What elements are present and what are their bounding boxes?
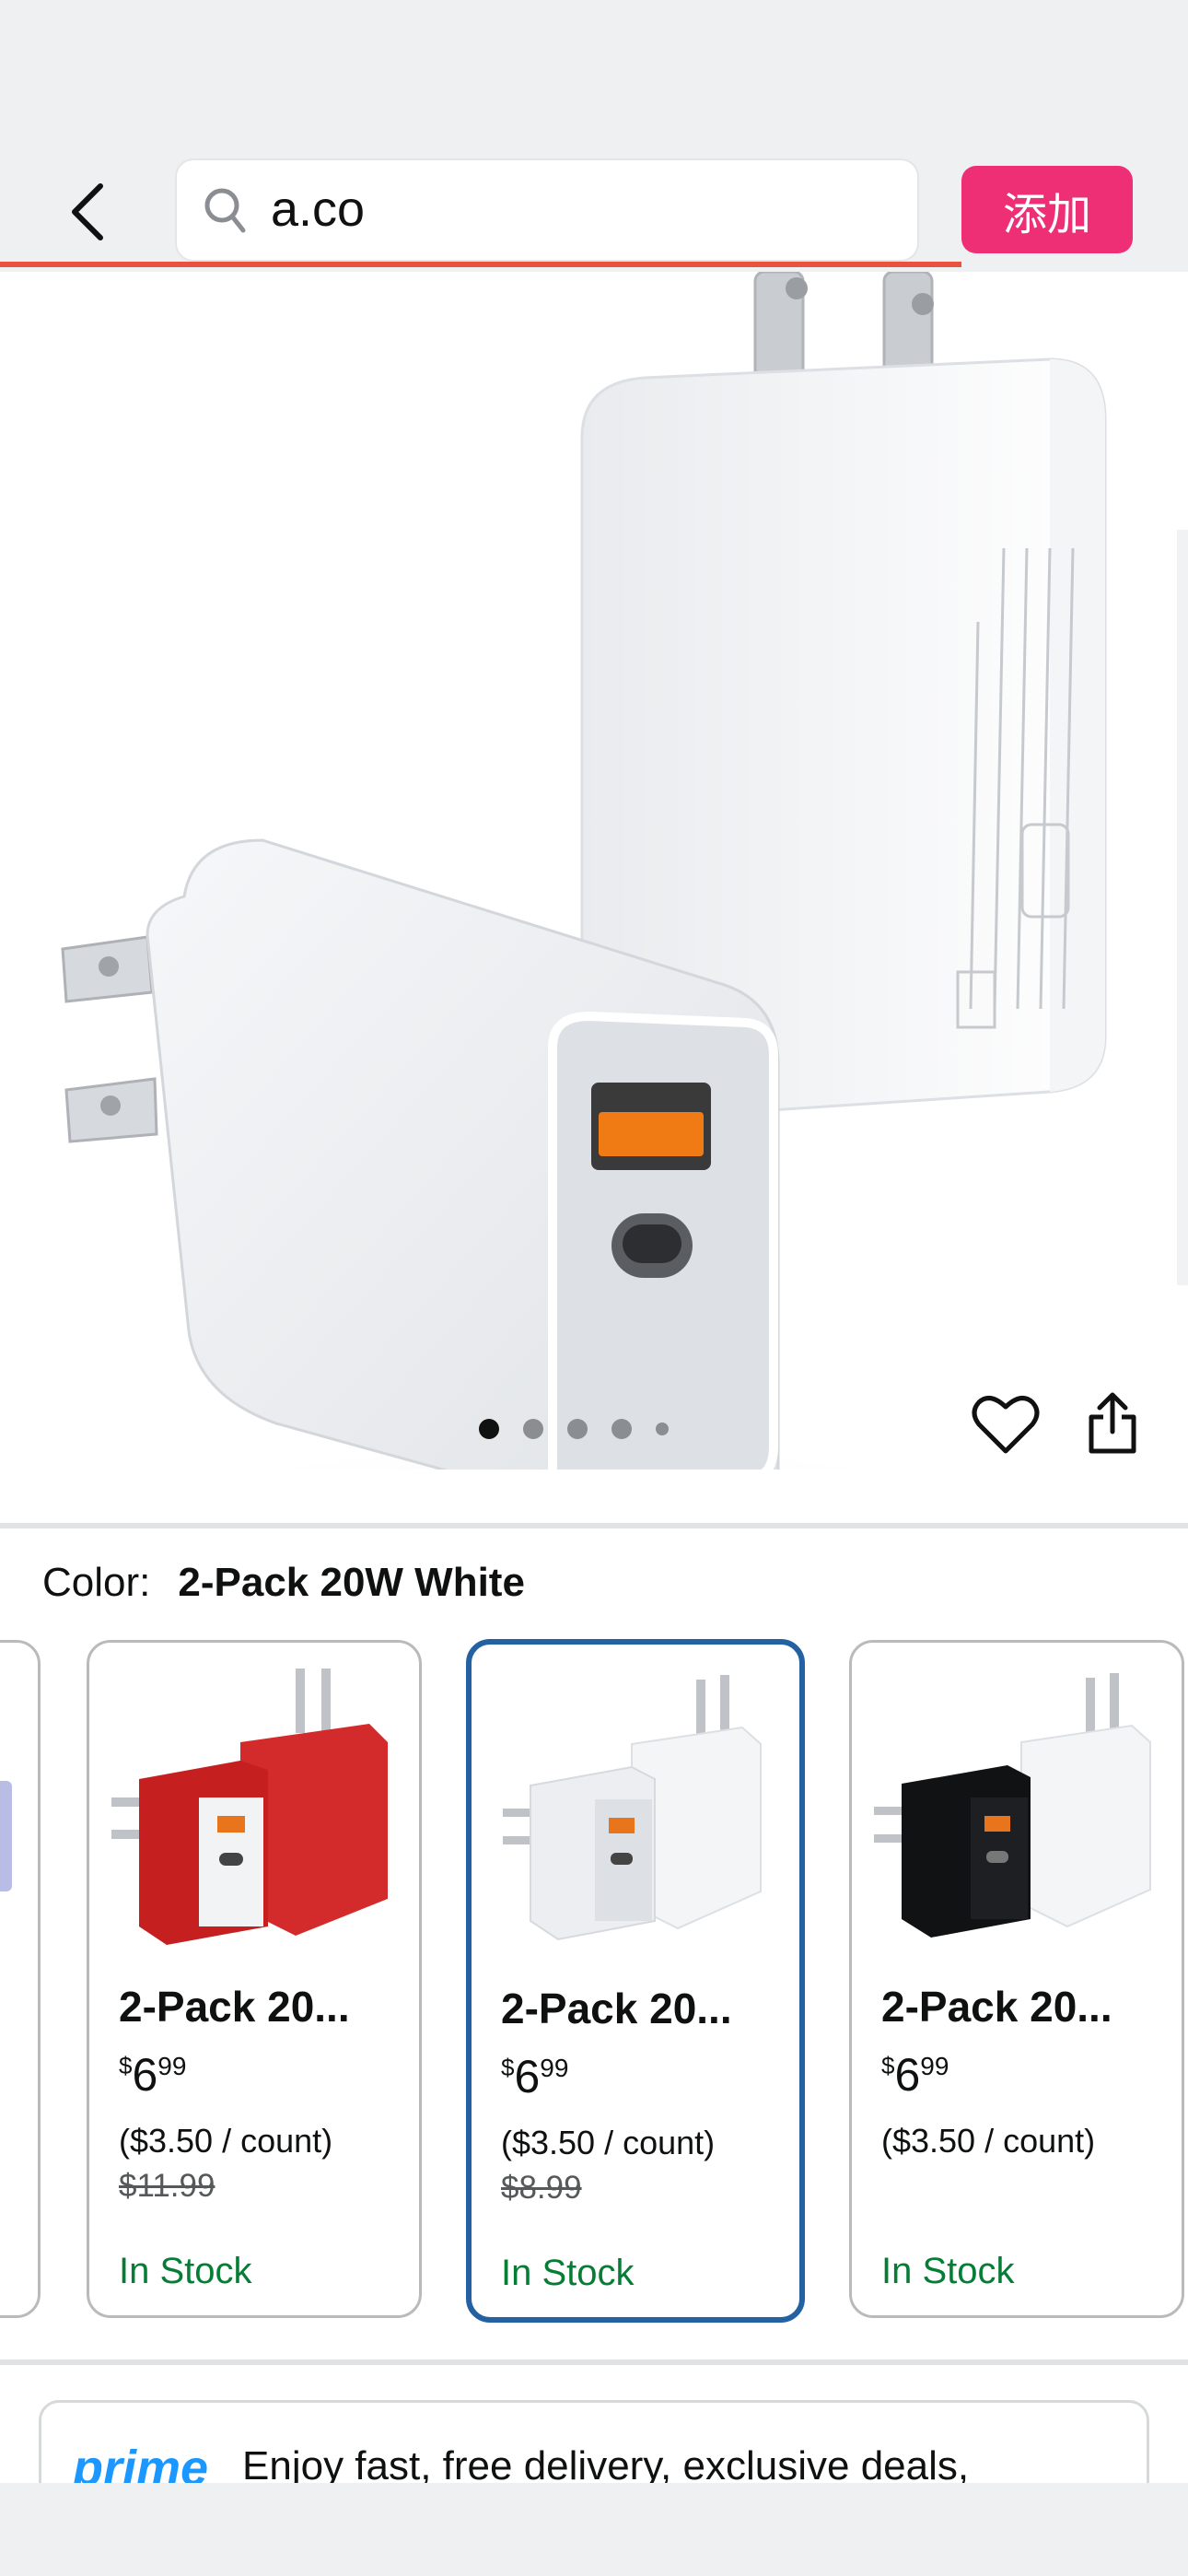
pager-dot[interactable] [567,1419,588,1439]
share-icon [1089,1392,1136,1454]
color-selector-label: Color: 2-Pack 20W White [42,1560,525,1606]
product-image[interactable] [0,272,1188,1469]
variant-thumb-partial [0,1781,12,1891]
variant-card-white[interactable]: 2-Pack 20... $699 ($3.50 / count) $8.99 … [466,1639,805,2323]
bottom-bar [0,2483,1188,2576]
price-whole: 6 [132,2049,158,2101]
variant-stock: In Stock [881,2251,1015,2291]
variant-unit-price: ($3.50 / count) [119,2122,333,2160]
prime-banner[interactable]: prime Enjoy fast, free delivery, exclusi… [39,2400,1149,2483]
product-page: Color: 2-Pack 20W White 2-Pack 20... $699… [0,272,1188,2483]
wishlist-button[interactable] [972,1394,1040,1461]
variant-unit-price: ($3.50 / count) [501,2124,716,2161]
pager-dot[interactable] [656,1423,669,1435]
prime-logo: prime [73,2441,209,2483]
selected-color: 2-Pack 20W White [178,1560,525,1605]
variant-name: 2-Pack 20... [881,1983,1112,2031]
back-button[interactable] [55,175,120,249]
variant-stock: In Stock [501,2253,635,2293]
prime-text: Enjoy fast, free delivery, exclusive dea… [242,2443,970,2483]
pager-dot[interactable] [523,1419,543,1439]
price-symbol: $ [881,2052,895,2079]
variant-name: 2-Pack 20... [501,1985,732,2032]
pager-dot[interactable] [479,1419,499,1439]
address-bar[interactable]: a.co [175,158,919,262]
price-cents: 99 [920,2052,949,2080]
variant-thumb-black [874,1673,1151,1938]
image-pager[interactable] [479,1419,669,1439]
price-symbol: $ [119,2052,133,2079]
variant-card-black[interactable]: 2-Pack 20... $699 ($3.50 / count) In Sto… [849,1640,1184,2318]
variant-price: $699 [881,2048,949,2102]
price-cents: 99 [157,2052,187,2080]
color-label: Color: [42,1560,151,1605]
variant-list-price: $8.99 [501,2170,582,2206]
variant-unit-price: ($3.50 / count) [881,2122,1096,2160]
price-whole: 6 [514,2051,541,2102]
section-divider [0,1523,1188,1528]
price-whole: 6 [894,2049,921,2101]
variant-name: 2-Pack 20... [119,1983,350,2031]
chevron-left-icon [72,183,103,240]
variant-thumb-red [111,1669,388,1945]
variant-list-price: $11.99 [119,2168,215,2204]
search-icon [204,188,246,233]
pager-dot[interactable] [611,1419,632,1439]
browser-toolbar: a.co 添加 [0,0,1188,272]
heart-icon [972,1396,1040,1454]
variant-thumb-white [503,1675,762,1941]
price-symbol: $ [501,2054,515,2081]
add-button[interactable]: 添加 [961,166,1133,253]
variant-stock: In Stock [119,2251,252,2291]
page-load-progress [0,262,961,267]
variant-carousel[interactable]: 2-Pack 20... $699 ($3.50 / count) $11.99… [0,1639,1188,2323]
address-text: a.co [271,181,366,237]
price-cents: 99 [540,2054,569,2082]
variant-card-red[interactable]: 2-Pack 20... $699 ($3.50 / count) $11.99… [87,1640,422,2318]
variant-price: $699 [501,2050,568,2103]
variant-card-partial[interactable] [0,1640,41,2318]
section-divider [0,2359,1188,2365]
variant-price: $699 [119,2048,186,2102]
share-button[interactable] [1087,1391,1138,1460]
